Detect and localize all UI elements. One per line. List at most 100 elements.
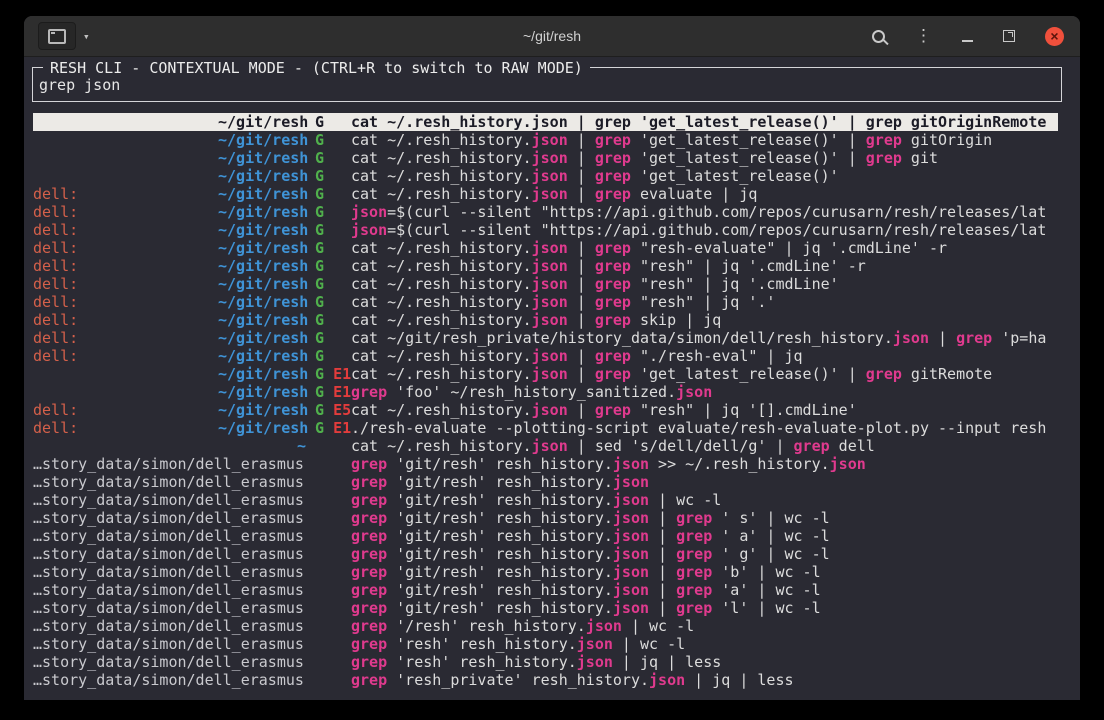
row-command: cat ~/.resh_history.json | sed 's/dell/d… — [351, 437, 875, 455]
row-command: grep 'foo' ~/resh_history_sanitized.json — [351, 383, 712, 401]
titlebar-left-controls: ▾ — [38, 22, 90, 50]
row-command: ./resh-evaluate --plotting-script evalua… — [351, 419, 1046, 437]
row-flags: G — [306, 257, 351, 275]
chevron-down-icon[interactable]: ▾ — [83, 30, 90, 43]
row-command: cat ~/.resh_history.json | grep "resh" |… — [351, 401, 857, 419]
row-command: cat ~/.resh_history.json | grep 'get_lat… — [351, 131, 992, 149]
history-row[interactable]: ~/git/resh G E1grep 'foo' ~/resh_history… — [33, 383, 1058, 401]
row-flags: G E1 — [306, 419, 351, 437]
history-row[interactable]: ~/git/resh Gcat ~/.resh_history.json | g… — [33, 131, 1058, 149]
row-command: cat ~/.resh_history.json | grep 'get_lat… — [351, 113, 1046, 131]
history-row[interactable]: dell:~/git/resh G E5cat ~/.resh_history.… — [33, 401, 1058, 419]
row-host: dell: — [33, 257, 218, 275]
history-row[interactable]: …story_data/simon/dell_erasmusgrep 'git/… — [33, 599, 1058, 617]
row-directory: ~ — [218, 437, 306, 455]
history-row[interactable]: …story_data/simon/dell_erasmusgrep 'git/… — [33, 545, 1058, 563]
close-button[interactable]: × — [1045, 27, 1064, 46]
row-flags: G — [306, 113, 351, 131]
row-flags: G — [306, 329, 351, 347]
row-directory: ~/git/resh — [218, 275, 306, 293]
resh-search-box: RESH CLI - CONTEXTUAL MODE - (CTRL+R to … — [32, 67, 1062, 102]
row-host: …story_data/simon/dell_erasmus — [33, 527, 218, 545]
row-directory: ~/git/resh — [218, 203, 306, 221]
row-directory: ~/git/resh — [218, 311, 306, 329]
row-host: …story_data/simon/dell_erasmus — [33, 545, 218, 563]
history-row[interactable]: …story_data/simon/dell_erasmusgrep 'resh… — [33, 635, 1058, 653]
history-row[interactable]: ~ cat ~/.resh_history.json | sed 's/dell/… — [33, 437, 1058, 455]
history-row[interactable]: dell:~/git/resh G E1./resh-evaluate --pl… — [33, 419, 1058, 437]
history-row[interactable]: dell:~/git/resh Gcat ~/.resh_history.jso… — [33, 347, 1058, 365]
kebab-menu-icon[interactable]: ⋮ — [915, 28, 932, 45]
row-directory: ~/git/resh — [218, 113, 306, 131]
history-row[interactable]: dell:~/git/resh Gjson=$(curl --silent "h… — [33, 203, 1058, 221]
row-host: …story_data/simon/dell_erasmus — [33, 491, 218, 509]
row-command: cat ~/.resh_history.json | grep 'get_lat… — [351, 149, 938, 167]
search-query-input[interactable]: grep json — [39, 76, 1053, 94]
row-command: json=$(curl --silent "https://api.github… — [351, 203, 1046, 221]
row-directory: ~/git/resh — [218, 347, 306, 365]
history-row[interactable]: ~/git/resh G E1cat ~/.resh_history.json … — [33, 365, 1058, 383]
row-flags: G — [306, 311, 351, 329]
mode-header: RESH CLI - CONTEXTUAL MODE - (CTRL+R to … — [43, 59, 590, 77]
restore-button[interactable] — [1003, 30, 1015, 42]
history-row[interactable]: …story_data/simon/dell_erasmusgrep 'git/… — [33, 527, 1058, 545]
row-host: dell: — [33, 347, 218, 365]
history-row[interactable]: dell:~/git/resh Gcat ~/.resh_history.jso… — [33, 257, 1058, 275]
row-host: …story_data/simon/dell_erasmus — [33, 635, 218, 653]
row-command: cat ~/.resh_history.json | grep "resh" |… — [351, 293, 775, 311]
history-row[interactable]: ~/git/resh Gcat ~/.resh_history.json | g… — [33, 113, 1058, 131]
history-row[interactable]: …story_data/simon/dell_erasmusgrep 'git/… — [33, 473, 1058, 491]
history-row[interactable]: …story_data/simon/dell_erasmusgrep 'git/… — [33, 581, 1058, 599]
history-row[interactable]: ~/git/resh Gcat ~/.resh_history.json | g… — [33, 167, 1058, 185]
row-command: cat ~/.resh_history.json | grep "./resh-… — [351, 347, 803, 365]
history-row[interactable]: …story_data/simon/dell_erasmusgrep 'git/… — [33, 509, 1058, 527]
row-flags: G — [306, 167, 351, 185]
row-command: cat ~/.resh_history.json | grep evaluate… — [351, 185, 757, 203]
row-command: grep 'git/resh' resh_history.json | grep… — [351, 509, 830, 527]
row-flags: G — [306, 185, 351, 203]
history-row[interactable]: dell:~/git/resh Gcat ~/git/resh_private/… — [33, 329, 1058, 347]
row-host: …story_data/simon/dell_erasmus — [33, 599, 218, 617]
history-row[interactable]: …story_data/simon/dell_erasmusgrep '/res… — [33, 617, 1058, 635]
row-directory: ~/git/resh — [218, 239, 306, 257]
row-directory: ~/git/resh — [218, 365, 306, 383]
row-host: …story_data/simon/dell_erasmus — [33, 653, 218, 671]
row-flags: G E5 — [306, 401, 351, 419]
row-flags: G — [306, 203, 351, 221]
row-flags: G — [306, 275, 351, 293]
terminal-tab-icon — [48, 29, 66, 44]
row-directory: ~/git/resh — [218, 149, 306, 167]
titlebar[interactable]: ▾ ~/git/resh ⋮ × — [24, 16, 1080, 57]
row-command: grep 'git/resh' resh_history.json | grep… — [351, 563, 821, 581]
history-row[interactable]: …story_data/simon/dell_erasmus grep 'resh… — [33, 653, 1058, 671]
row-host: …story_data/simon/dell_erasmus — [33, 563, 218, 581]
row-host: …story_data/simon/dell_erasmus — [33, 671, 218, 689]
search-icon[interactable] — [872, 30, 885, 43]
row-directory: ~/git/resh — [218, 383, 306, 401]
history-row[interactable]: …story_data/simon/dell_erasmusgrep 'git/… — [33, 455, 1058, 473]
row-flags: G — [306, 293, 351, 311]
minimize-button[interactable] — [962, 40, 973, 42]
history-row[interactable]: dell:~/git/resh Gcat ~/.resh_history.jso… — [33, 185, 1058, 203]
history-row[interactable]: …story_data/simon/dell_erasmusgrep 'resh… — [33, 671, 1058, 689]
row-command: cat ~/.resh_history.json | grep 'get_lat… — [351, 365, 992, 383]
new-tab-button[interactable] — [38, 22, 76, 50]
row-flags: G E1 — [306, 383, 351, 401]
history-row[interactable]: …story_data/simon/dell_erasmusgrep 'git/… — [33, 491, 1058, 509]
row-host: dell: — [33, 185, 218, 203]
history-row[interactable]: dell:~/git/resh Gcat ~/.resh_history.jso… — [33, 293, 1058, 311]
row-command: grep 'resh' resh_history.json | jq | les… — [351, 653, 721, 671]
row-host: …story_data/simon/dell_erasmus — [33, 617, 218, 635]
row-command: cat ~/.resh_history.json | grep 'get_lat… — [351, 167, 839, 185]
row-directory: ~/git/resh — [218, 329, 306, 347]
history-row[interactable]: ~/git/resh Gcat ~/.resh_history.json | g… — [33, 149, 1058, 167]
row-directory: ~/git/resh — [218, 257, 306, 275]
row-command: cat ~/.resh_history.json | grep skip | j… — [351, 311, 721, 329]
history-row[interactable]: …story_data/simon/dell_erasmus grep 'git/… — [33, 563, 1058, 581]
history-list: ~/git/resh Gcat ~/.resh_history.json | g… — [24, 113, 1080, 689]
history-row[interactable]: dell:~/git/resh Gjson=$(curl --silent "h… — [33, 221, 1058, 239]
history-row[interactable]: dell:~/git/resh Gcat ~/.resh_history.jso… — [33, 311, 1058, 329]
history-row[interactable]: dell:~/git/resh Gcat ~/.resh_history.jso… — [33, 239, 1058, 257]
row-flags: G — [306, 221, 351, 239]
history-row[interactable]: dell:~/git/resh Gcat ~/.resh_history.jso… — [33, 275, 1058, 293]
